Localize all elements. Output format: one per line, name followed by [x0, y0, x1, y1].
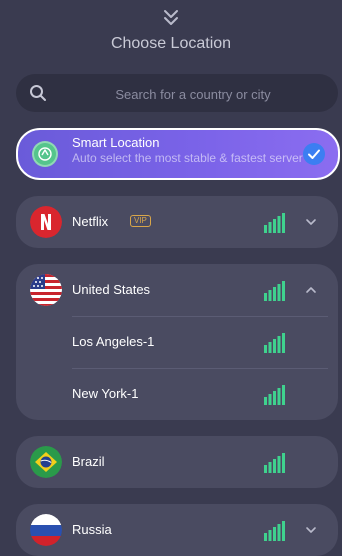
netflix-logo-icon — [30, 206, 62, 238]
city-name: Los Angeles-1 — [72, 334, 155, 349]
search-input[interactable] — [56, 74, 330, 114]
brazil-flag-icon — [30, 446, 62, 478]
chevron-up-icon[interactable] — [305, 284, 317, 296]
location-card-united-states: United States Los Angeles-1 New York-1 — [16, 264, 338, 420]
location-name: United States — [72, 282, 151, 297]
chevron-down-icon[interactable] — [305, 216, 317, 228]
location-card-netflix: Netflix VIP — [16, 196, 338, 248]
smart-location-option[interactable]: Smart Location Auto select the most stab… — [16, 128, 340, 180]
selected-check-icon — [303, 143, 325, 165]
page-title: Choose Location — [110, 35, 232, 52]
collapse-chevron-icon[interactable] — [162, 8, 180, 28]
city-row-los-angeles-1[interactable]: Los Angeles-1 — [16, 316, 338, 368]
location-row-brazil[interactable]: Brazil — [16, 436, 338, 488]
city-name: New York-1 — [72, 386, 139, 401]
search-icon — [30, 85, 46, 101]
location-name: Netflix — [72, 214, 109, 229]
search-bar[interactable] — [16, 74, 338, 114]
location-row-united-states[interactable]: United States — [16, 264, 338, 316]
signal-strength-icon — [264, 333, 285, 353]
header: Choose Location — [0, 0, 342, 68]
signal-strength-icon — [264, 281, 285, 301]
smart-location-title: Smart Location — [72, 135, 160, 150]
location-name: Russia — [72, 522, 112, 537]
location-row-russia[interactable]: Russia — [16, 504, 338, 556]
chevron-down-icon[interactable] — [305, 524, 317, 536]
signal-strength-icon — [264, 213, 285, 233]
vip-badge: VIP — [130, 215, 151, 227]
location-name: Brazil — [72, 454, 105, 469]
signal-strength-icon — [264, 385, 285, 405]
signal-strength-icon — [264, 453, 285, 473]
location-row-netflix[interactable]: Netflix VIP — [16, 196, 338, 248]
signal-strength-icon — [264, 521, 285, 541]
smart-location-subtitle: Auto select the most stable & fastest se… — [72, 151, 303, 165]
us-flag-icon — [30, 274, 62, 306]
city-row-new-york-1[interactable]: New York-1 — [16, 368, 338, 420]
russia-flag-icon — [30, 514, 62, 546]
location-card-russia: Russia — [16, 504, 338, 556]
location-card-brazil: Brazil — [16, 436, 338, 488]
smart-location-icon — [32, 141, 58, 167]
